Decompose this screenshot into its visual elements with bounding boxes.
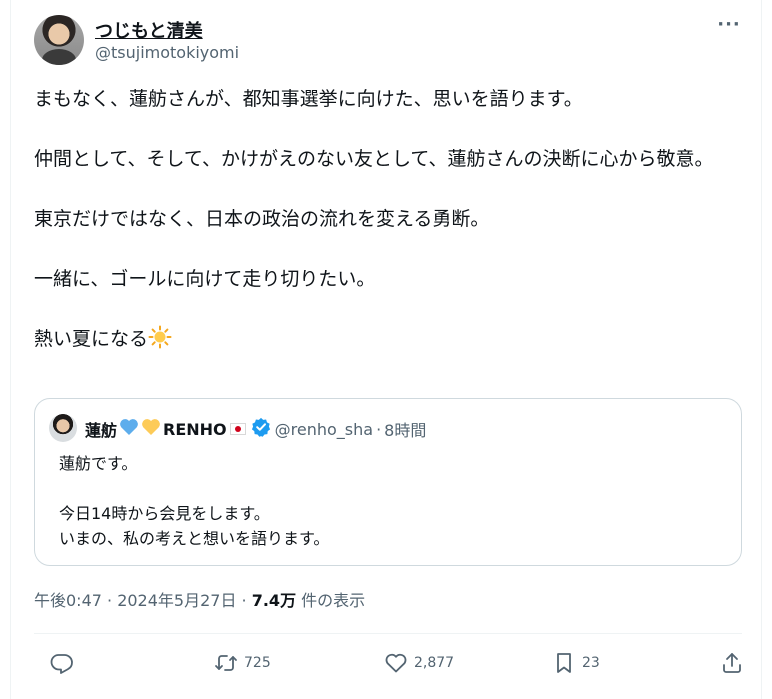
share-icon (723, 653, 741, 673)
action-bar: 725 2,877 23 (34, 646, 742, 682)
author-avatar[interactable] (34, 15, 84, 65)
verified-badge-icon (251, 417, 271, 441)
more-options-button[interactable]: ··· (715, 16, 743, 38)
quote-author-handle[interactable]: @renho_sha (275, 420, 373, 439)
tweet-timestamp[interactable]: 午後0:47 · 2024年5月27日 · (34, 591, 252, 610)
quote-avatar[interactable] (49, 414, 77, 442)
author-name[interactable]: つじもと清美 (95, 17, 203, 43)
author-handle[interactable]: @tsujimotokiyomi (95, 43, 239, 62)
view-count-label: 件の表示 (296, 591, 366, 610)
tweet-body: まもなく、蓮舫さんが、都知事選挙に向けた、思いを語ります。 仲間として、そして、… (34, 84, 746, 358)
sun-emoji-icon (148, 325, 172, 358)
view-count[interactable]: 7.4万 (252, 591, 296, 610)
blue-heart-icon (119, 418, 139, 440)
quote-text: 蓮舫です。 今日14時から会見をします。 いまの、私の考えと想いを語ります。 (59, 454, 330, 548)
actions-divider (34, 633, 742, 634)
tweet-meta: 午後0:47 · 2024年5月27日 · 7.4万 件の表示 (34, 587, 365, 611)
quote-author-name[interactable]: 蓮舫 (85, 417, 117, 441)
like-button[interactable]: 2,877 (384, 651, 454, 675)
bookmark-icon (557, 653, 571, 673)
japan-flag-icon (229, 423, 246, 435)
retweet-button[interactable]: 725 (214, 651, 271, 675)
tweet-text: まもなく、蓮舫さんが、都知事選挙に向けた、思いを語ります。 仲間として、そして、… (34, 88, 714, 350)
quote-timestamp[interactable]: 8時間 (384, 417, 426, 441)
quoted-tweet[interactable]: 蓮舫 RENHO @renho_sha · 8時間 蓮舫です。 今日14時から会… (34, 398, 742, 566)
retweet-count: 725 (244, 655, 271, 671)
tweet-card: つじもと清美 @tsujimotokiyomi ··· まもなく、蓮舫さんが、都… (10, 0, 762, 699)
reply-icon (50, 654, 73, 674)
bookmark-count: 23 (582, 655, 600, 671)
quote-header: 蓮舫 RENHO @renho_sha · 8時間 (85, 417, 426, 441)
quote-author-name-suffix[interactable]: RENHO (163, 420, 227, 439)
share-button[interactable] (720, 651, 744, 675)
heart-icon (385, 653, 407, 673)
bookmark-button[interactable]: 23 (552, 651, 600, 675)
quote-separator: · (376, 419, 382, 439)
yellow-heart-icon (141, 418, 161, 440)
retweet-icon (215, 655, 237, 671)
like-count: 2,877 (414, 655, 455, 671)
reply-button[interactable] (50, 651, 80, 675)
